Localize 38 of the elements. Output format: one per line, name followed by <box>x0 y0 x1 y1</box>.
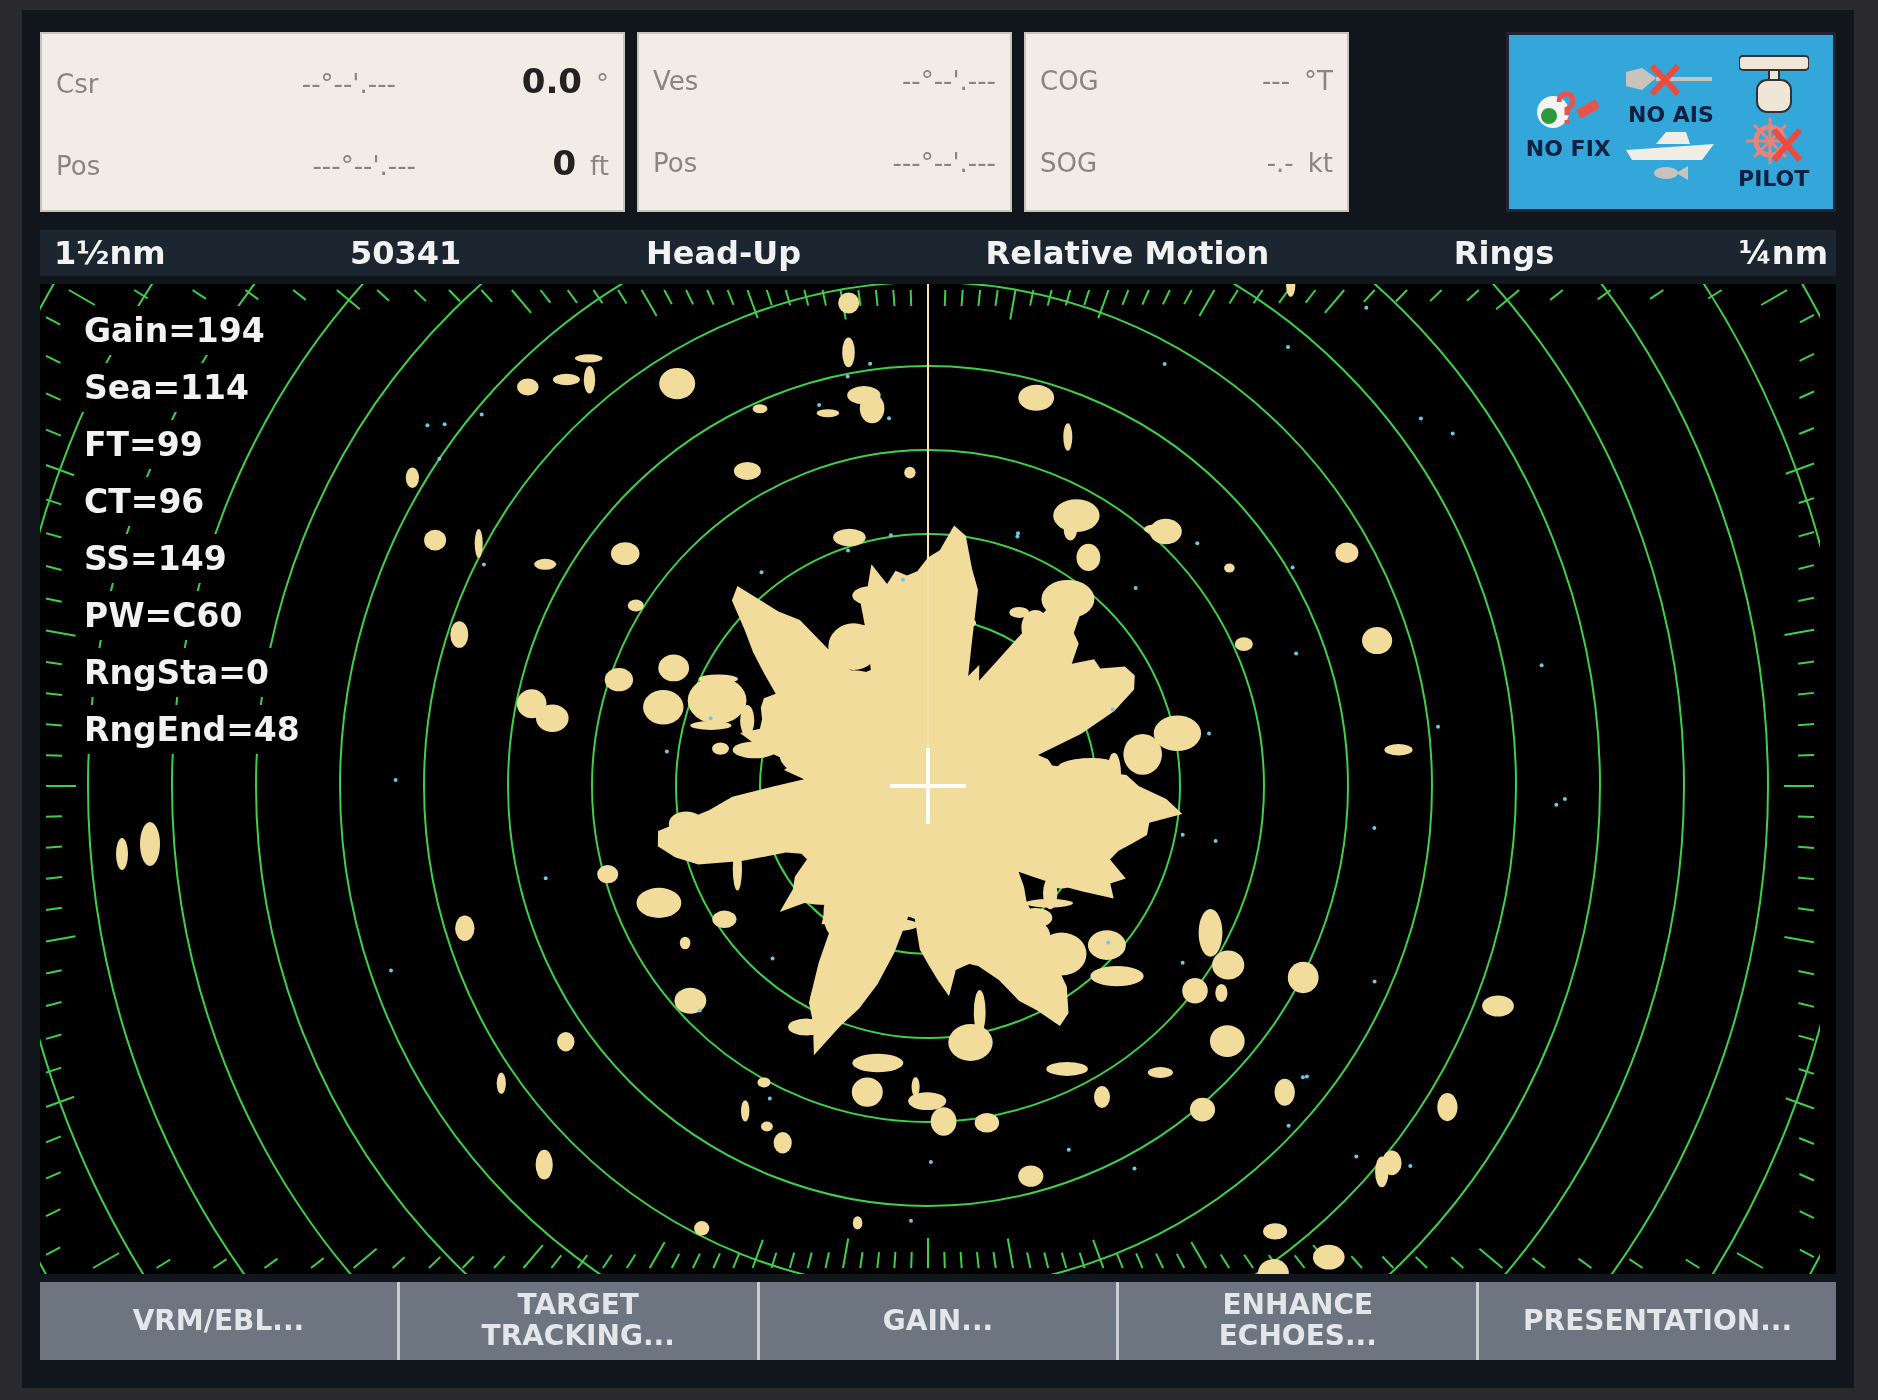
coordinate-value: ---°--'.--- <box>311 149 417 183</box>
fish-icon <box>1654 166 1688 180</box>
unit-label: °T <box>1304 64 1333 98</box>
softkey-button[interactable]: ENHANCE ECHOES... <box>1119 1282 1480 1360</box>
unit-label: ft <box>590 149 609 183</box>
coordinate-value: --°--'.--- <box>300 67 397 101</box>
readout-value: 0.0 <box>521 59 582 103</box>
field-label: Pos <box>56 149 102 183</box>
status-text: ¼nm <box>1738 233 1828 274</box>
softkey-button[interactable]: VRM/EBL... <box>40 1282 400 1360</box>
status-text: Head-Up <box>645 233 802 274</box>
status-label: PILOT <box>1738 168 1810 190</box>
field-label: Csr <box>56 67 100 101</box>
radar-echo-drawing <box>116 822 160 870</box>
unit-label: kt <box>1307 146 1333 180</box>
coordinate-value: ---°--'.--- <box>891 146 996 180</box>
field-label: Pos <box>653 146 699 180</box>
readout-value: 0 <box>552 141 577 185</box>
status-text: 50341 <box>350 233 462 274</box>
radar-scanner-icon <box>1738 54 1809 114</box>
crosshair-icon <box>888 746 968 826</box>
softkey-button[interactable]: GAIN... <box>759 1282 1120 1360</box>
field-label: Ves <box>653 64 700 98</box>
helm-crossed-icon <box>1745 118 1802 164</box>
field-label: SOG <box>1040 146 1099 180</box>
status-text: 1½nm <box>54 233 166 274</box>
status-label: NO AIS <box>1628 104 1714 126</box>
status-text: Relative Motion <box>985 233 1270 274</box>
unit-label: ° <box>596 67 609 101</box>
boat-icon <box>1626 130 1716 162</box>
field-label: COG <box>1040 64 1100 98</box>
coordinate-value: --°--'.--- <box>900 64 996 98</box>
status-label: NO FIX <box>1525 138 1611 160</box>
softkey-button[interactable]: TARGET TRACKING... <box>399 1282 760 1360</box>
status-text: Rings <box>1453 233 1555 274</box>
readout-value: --- <box>1261 64 1291 98</box>
readout-value: -.- <box>1266 146 1294 180</box>
softkey-button[interactable]: PRESENTATION... <box>1479 1282 1836 1360</box>
